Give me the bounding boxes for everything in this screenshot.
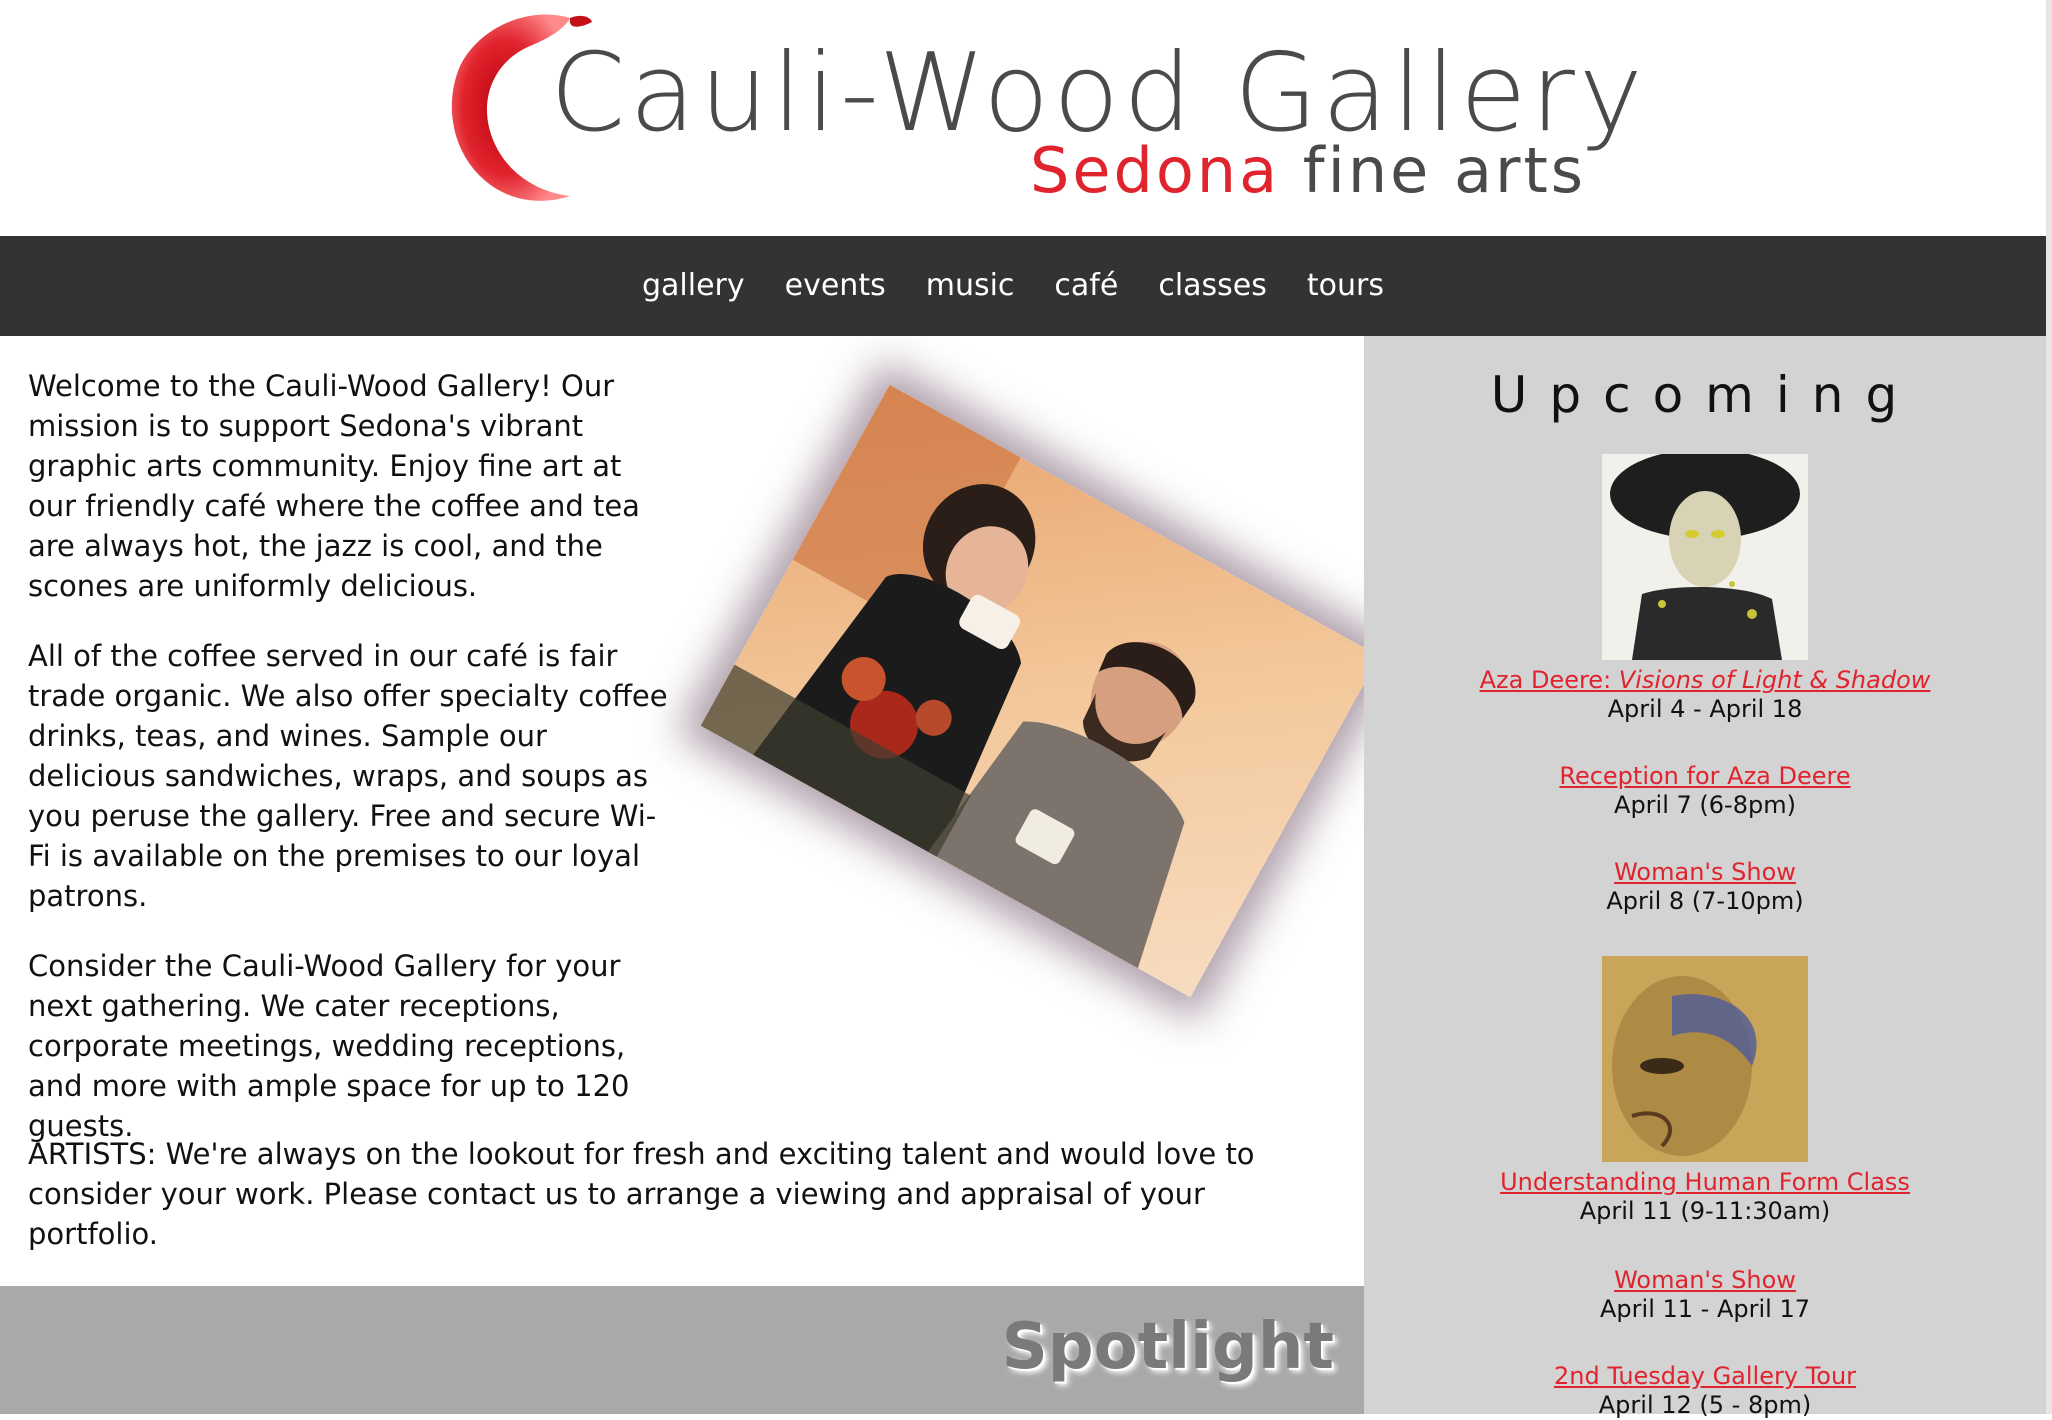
event-link-prefix: Aza Deere: bbox=[1479, 666, 1619, 694]
event-date: April 12 (5 - 8pm) bbox=[1598, 1391, 1812, 1419]
cafe-couple-photo bbox=[700, 384, 1380, 998]
event-item: Aza Deere: Visions of Light & Shadow Apr… bbox=[1364, 666, 2046, 724]
nav-gallery[interactable]: gallery bbox=[642, 268, 745, 303]
site-header: Cauli-Wood Gallery Sedona fine arts bbox=[0, 0, 2046, 236]
event-item: Reception for Aza Deere April 7 (6-8pm) bbox=[1364, 762, 2046, 820]
event-item: 2nd Tuesday Gallery Tour April 12 (5 - 8… bbox=[1364, 1362, 2046, 1420]
logo-title[interactable]: Cauli-Wood Gallery bbox=[550, 40, 1647, 148]
paragraph-artists: ARTISTS: We're always on the lookout for… bbox=[28, 1137, 1255, 1251]
main-content: Welcome to the Cauli-Wood Gallery! Our m… bbox=[0, 336, 1380, 1286]
main-navigation: gallery events music café classes tours bbox=[0, 236, 2046, 336]
logo-sub-fine-arts: fine arts bbox=[1302, 134, 1587, 207]
logo-sub-sedona: Sedona bbox=[1030, 134, 1281, 207]
event-date: April 8 (7-10pm) bbox=[1606, 887, 1804, 915]
spotlight-section: Spotlight bbox=[0, 1286, 1364, 1414]
nav-music[interactable]: music bbox=[926, 268, 1015, 303]
event-date: April 11 - April 17 bbox=[1600, 1295, 1810, 1323]
featured-photo-wrap bbox=[700, 366, 1380, 1026]
event-link-womans-show[interactable]: Woman's Show bbox=[1614, 858, 1796, 886]
nav-classes[interactable]: classes bbox=[1158, 268, 1267, 303]
event-link-womans-show-2[interactable]: Woman's Show bbox=[1614, 1266, 1796, 1294]
aza-deere-artwork-thumbnail[interactable] bbox=[1602, 454, 1808, 660]
event-date: April 7 (6-8pm) bbox=[1614, 791, 1796, 819]
paragraph-gatherings: Consider the Cauli-Wood Gallery for your… bbox=[28, 949, 630, 1143]
event-date: April 4 - April 18 bbox=[1607, 695, 1803, 723]
intro-text: Welcome to the Cauli-Wood Gallery! Our m… bbox=[28, 366, 678, 1176]
event-link-gallery-tour[interactable]: 2nd Tuesday Gallery Tour bbox=[1554, 1362, 1856, 1390]
event-link-aza-deere-visions[interactable]: Aza Deere: Visions of Light & Shadow bbox=[1480, 666, 1931, 694]
event-link-reception[interactable]: Reception for Aza Deere bbox=[1559, 762, 1850, 790]
upcoming-sidebar: Upcoming Aza Deere: Visions of Light & S… bbox=[1364, 336, 2046, 1419]
human-form-artwork-thumbnail[interactable] bbox=[1602, 956, 1808, 1162]
event-link-human-form-class[interactable]: Understanding Human Form Class bbox=[1500, 1168, 1910, 1196]
nav-events[interactable]: events bbox=[785, 268, 886, 303]
event-item: Woman's Show April 11 - April 17 bbox=[1364, 1266, 2046, 1324]
event-link-italic-title: Visions of Light & Shadow bbox=[1618, 666, 1931, 694]
spotlight-heading: Spotlight bbox=[1001, 1310, 1334, 1384]
paragraph-coffee: All of the coffee served in our café is … bbox=[28, 639, 668, 913]
nav-tours[interactable]: tours bbox=[1307, 268, 1384, 303]
paragraph-welcome: Welcome to the Cauli-Wood Gallery! Our m… bbox=[28, 369, 640, 603]
logo-subtitle: Sedona fine arts bbox=[1030, 140, 1586, 202]
event-item: Woman's Show April 8 (7-10pm) bbox=[1364, 858, 2046, 916]
event-item: Understanding Human Form Class April 11 … bbox=[1364, 1168, 2046, 1226]
page-scrollbar[interactable] bbox=[2046, 0, 2052, 1414]
nav-cafe[interactable]: café bbox=[1054, 268, 1118, 303]
event-date: April 11 (9-11:30am) bbox=[1579, 1197, 1831, 1225]
upcoming-heading: Upcoming bbox=[1490, 366, 1920, 424]
